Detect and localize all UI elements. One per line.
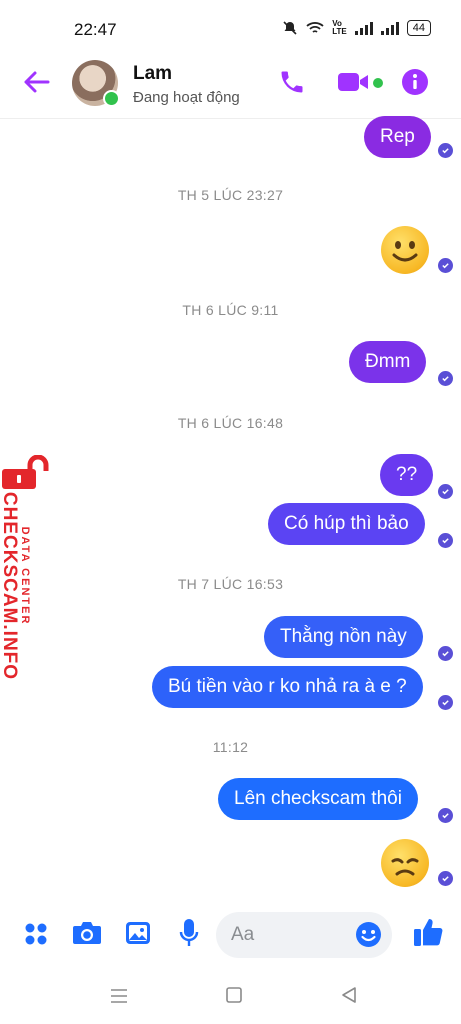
- emoji-picker-icon[interactable]: [355, 921, 382, 948]
- read-check-icon: [438, 646, 453, 661]
- watermark-line2: CHECKSCAM.INFO: [0, 491, 20, 681]
- read-check-icon: [438, 871, 453, 886]
- timestamp: TH 6 LÚC 9:11: [182, 302, 279, 318]
- back-arrow-icon[interactable]: [22, 70, 50, 94]
- message-bubble[interactable]: ??: [380, 454, 434, 496]
- read-check-icon: [438, 484, 453, 499]
- recents-icon[interactable]: [110, 988, 128, 1004]
- status-time: 22:47: [74, 20, 117, 39]
- mute-icon: [283, 21, 297, 35]
- signal-icon: [354, 21, 373, 35]
- video-active-dot: [373, 78, 383, 88]
- microphone-icon[interactable]: [179, 918, 199, 948]
- back-nav-icon[interactable]: [340, 986, 358, 1004]
- thumbs-up-icon[interactable]: [412, 916, 444, 948]
- camera-icon[interactable]: [72, 920, 102, 946]
- read-check-icon: [438, 143, 453, 158]
- contact-name[interactable]: Lam: [133, 63, 172, 85]
- home-icon[interactable]: [225, 986, 243, 1004]
- watermark: DATA CENTER CHECKSCAM.INFO: [0, 455, 50, 680]
- message-bubble[interactable]: Bú tiền vào r ko nhả ra à e ?: [152, 666, 423, 708]
- read-check-icon: [438, 258, 453, 273]
- read-check-icon: [438, 533, 453, 548]
- phone-icon[interactable]: [278, 68, 306, 96]
- gallery-icon[interactable]: [125, 921, 151, 945]
- signal-icon-2: [380, 21, 399, 35]
- read-check-icon: [438, 808, 453, 823]
- message-bubble[interactable]: Có húp thì bảo: [268, 503, 425, 545]
- wifi-icon: [306, 22, 324, 33]
- timestamp: TH 5 LÚC 23:27: [177, 187, 284, 203]
- message-bubble[interactable]: Đmm: [349, 341, 427, 383]
- message-bubble[interactable]: Lên checkscam thôi: [218, 778, 418, 820]
- message-bubble[interactable]: Thằng nồn này: [264, 616, 423, 658]
- read-check-icon: [438, 371, 453, 386]
- message-input-placeholder: Aa: [231, 924, 255, 945]
- message-bubble[interactable]: Rep: [364, 116, 431, 158]
- volte-icon: Vo LTE: [332, 19, 347, 36]
- status-icons: Vo LTE 44: [282, 20, 431, 36]
- video-call-icon[interactable]: [337, 70, 373, 94]
- timestamp: TH 7 LÚC 16:53: [177, 576, 284, 592]
- online-indicator: [103, 90, 120, 107]
- read-check-icon: [438, 695, 453, 710]
- smile-emoji[interactable]: [381, 226, 429, 274]
- timestamp: 11:12: [212, 739, 249, 755]
- contact-status: Đang hoạt động: [133, 89, 240, 106]
- disappointed-emoji[interactable]: [381, 839, 429, 887]
- timestamp: TH 6 LÚC 16:48: [177, 415, 284, 431]
- battery-indicator: 44: [406, 20, 431, 36]
- apps-menu-icon[interactable]: [24, 922, 48, 946]
- info-icon[interactable]: [401, 68, 429, 96]
- chat-header: [0, 50, 461, 119]
- watermark-line1: DATA CENTER: [19, 526, 31, 626]
